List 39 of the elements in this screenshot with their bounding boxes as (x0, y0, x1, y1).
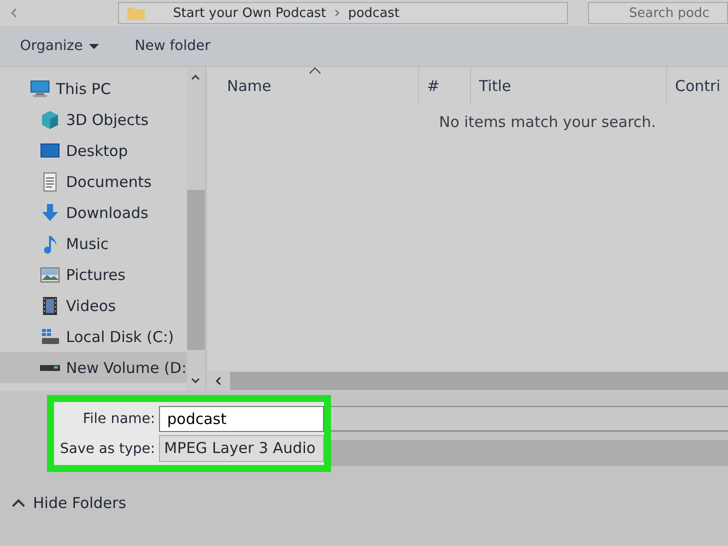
sidebar-item[interactable]: Desktop (0, 135, 186, 166)
down-arrow-icon (40, 202, 60, 222)
sidebar-item[interactable]: 3D Objects (0, 104, 186, 135)
folder-icon (127, 6, 145, 20)
drive-icon (40, 364, 60, 370)
scrollbar-thumb[interactable] (186, 190, 205, 350)
sidebar-item[interactable]: Music (0, 228, 186, 259)
breadcrumb-item[interactable]: podcast (348, 6, 400, 20)
column-header[interactable]: # (419, 67, 471, 105)
sidebar-item[interactable]: Pictures (0, 259, 186, 290)
address-bar[interactable]: Start your Own Podcast podcast (118, 2, 568, 24)
caret-icon (88, 44, 99, 48)
monitor-icon (30, 78, 50, 98)
sidebar-item[interactable]: This PC (0, 73, 186, 104)
disk-drive-icon (40, 326, 60, 346)
field-label: File name: (82, 411, 156, 427)
desktop-icon (40, 140, 60, 160)
cube-icon (40, 110, 60, 130)
new-folder-button[interactable]: New folder (130, 36, 214, 56)
column-header[interactable]: Title (471, 67, 667, 105)
hide-folders-button[interactable]: Hide Folders (10, 492, 130, 514)
field-label: Save as type: (60, 440, 156, 456)
search-field[interactable]: Search podc (588, 2, 728, 24)
column-header[interactable]: Name (207, 67, 419, 105)
file-name-field[interactable]: podcast (159, 406, 324, 432)
breadcrumb-item[interactable]: Start your Own Podcast (173, 6, 326, 20)
column-header[interactable]: Contri (667, 67, 728, 105)
sidebar-item[interactable]: Videos (0, 290, 186, 321)
organize-button[interactable]: Organize (16, 36, 103, 56)
sidebar-item[interactable]: New Volume (D: (0, 352, 186, 383)
empty-message: No items match your search. (438, 112, 657, 133)
vertical-scrollbar[interactable] (186, 67, 205, 391)
sidebar-item[interactable]: Documents (0, 166, 186, 197)
film-icon (40, 296, 60, 316)
file-type-dropdown[interactable]: MPEG Layer 3 Audio (159, 435, 324, 462)
sidebar-item[interactable]: Downloads (0, 197, 186, 228)
sidebar-item[interactable]: Local Disk (C:) (0, 321, 186, 352)
chevron-right-icon (334, 9, 340, 17)
picture-icon (40, 264, 60, 284)
